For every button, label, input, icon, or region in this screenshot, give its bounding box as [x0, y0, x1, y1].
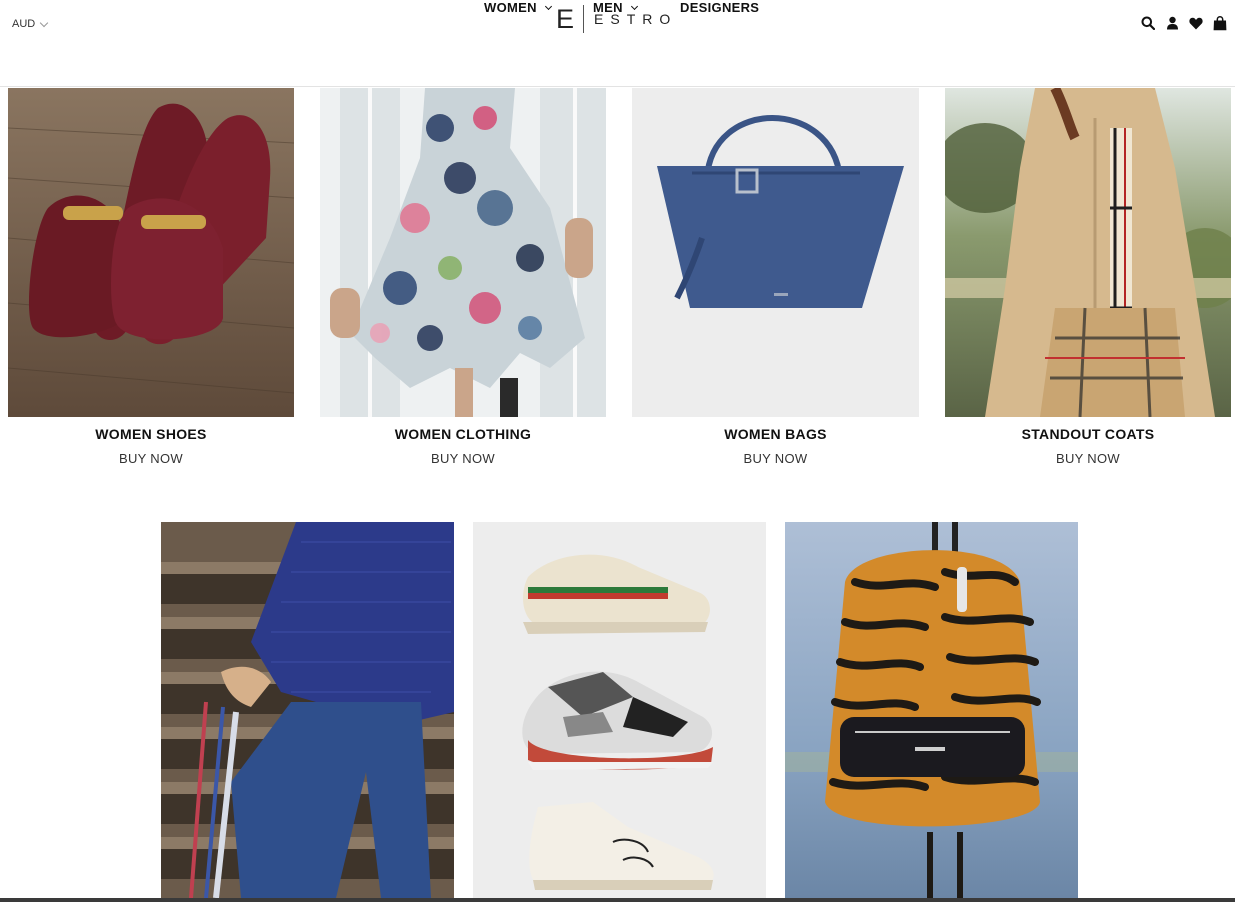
currency-selector[interactable]: AUD [12, 18, 49, 30]
shopping-bag-icon[interactable] [1213, 15, 1227, 30]
sneakers-image[interactable] [473, 522, 766, 898]
standout-coats-image[interactable] [945, 88, 1231, 417]
chevron-down-icon [630, 2, 638, 10]
search-icon[interactable] [1141, 16, 1155, 30]
account-icon[interactable] [1165, 16, 1179, 30]
category-tile-standout-coats[interactable]: STANDOUT COATS BUY NOW [945, 88, 1231, 468]
category-tile-women-clothing[interactable]: WOMEN CLOTHING BUY NOW [320, 88, 606, 468]
promo-tile-denim[interactable] [161, 522, 454, 898]
header-icons [1141, 15, 1227, 30]
nav-men-label: MEN [593, 0, 623, 15]
buy-now-link[interactable]: BUY NOW [632, 451, 919, 466]
denim-look-image[interactable] [161, 522, 454, 898]
page-bottom-edge [0, 898, 1235, 902]
tiger-backpack-image[interactable] [785, 522, 1078, 898]
chevron-down-icon [544, 2, 552, 10]
buy-now-link[interactable]: BUY NOW [8, 451, 294, 466]
chevron-down-icon [39, 18, 49, 27]
logo-letter: E [556, 3, 575, 34]
nav-men[interactable]: MEN [593, 0, 638, 15]
category-title[interactable]: STANDOUT COATS [945, 426, 1231, 442]
category-title[interactable]: WOMEN BAGS [632, 426, 919, 442]
women-shoes-image[interactable] [8, 88, 294, 417]
category-tile-women-shoes[interactable]: WOMEN SHOES BUY NOW [8, 88, 294, 468]
nav-designers-label: DESIGNERS [680, 0, 760, 15]
wishlist-heart-icon[interactable] [1189, 16, 1203, 30]
women-clothing-image[interactable] [320, 88, 606, 417]
buy-now-link[interactable]: BUY NOW [945, 451, 1231, 466]
nav-designers[interactable]: DESIGNERS [680, 0, 759, 15]
nav-women-label: WOMEN [484, 0, 537, 15]
nav-women[interactable]: WOMEN [484, 0, 552, 15]
women-bags-image[interactable] [632, 88, 919, 417]
category-title[interactable]: WOMEN SHOES [8, 426, 294, 442]
logo-divider [583, 5, 585, 33]
site-header: AUD E ESTRO WOMEN MEN DESIGNERS [0, 0, 1235, 87]
category-tile-women-bags[interactable]: WOMEN BAGS BUY NOW [632, 88, 919, 468]
promo-tile-sneakers[interactable] [473, 522, 766, 898]
category-title[interactable]: WOMEN CLOTHING [320, 426, 606, 442]
promo-tile-backpack[interactable] [785, 522, 1078, 898]
buy-now-link[interactable]: BUY NOW [320, 451, 606, 466]
currency-label: AUD [12, 18, 36, 30]
